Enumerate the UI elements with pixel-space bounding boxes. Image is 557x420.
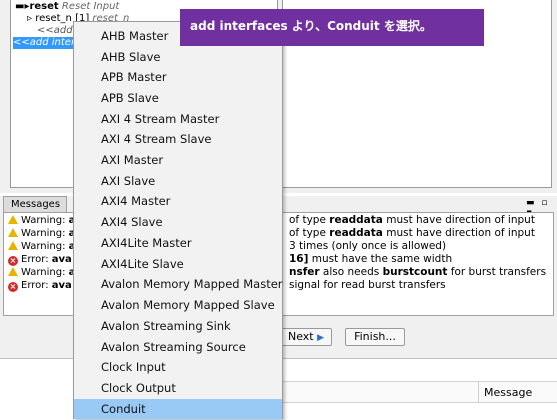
menu-item-axi-master[interactable]: AXI Master — [74, 150, 282, 170]
message-row[interactable]: × Error: ava — [8, 279, 72, 292]
message-text: of type readdata must have direction of … — [289, 227, 535, 239]
add-interface-menu: AHB Master AHB Slave APB Master APB Slav… — [73, 21, 283, 419]
menu-item-axi4lite-slave[interactable]: AXI4Lite Slave — [74, 254, 282, 274]
message-text: signal for read burst transfers — [289, 279, 446, 291]
next-button[interactable]: Next ▶ — [280, 328, 332, 346]
table-header: Message — [283, 381, 557, 403]
message-row[interactable]: Warning: a — [8, 240, 75, 253]
message-text: of type readdata must have direction of … — [289, 214, 535, 226]
tree-expand-icon[interactable]: ▬▸ — [15, 1, 29, 12]
warning-icon — [8, 241, 18, 250]
warning-icon — [8, 228, 18, 237]
triangle-right-icon: ▶ — [317, 333, 325, 343]
menu-item-axi4lite-master[interactable]: AXI4Lite Master — [74, 233, 282, 253]
menu-item-axi-slave[interactable]: AXI Slave — [74, 171, 282, 191]
error-icon: × — [8, 282, 18, 292]
message-column-header[interactable]: Message — [484, 386, 532, 399]
annotation-callout: add interfaces より、Conduit を選択。 — [180, 9, 484, 46]
menu-item-axi4-master[interactable]: AXI4 Master — [74, 191, 282, 211]
error-icon: × — [8, 256, 18, 266]
menu-item-avalon-streaming-source[interactable]: Avalon Streaming Source — [74, 337, 282, 357]
warning-icon — [8, 267, 18, 276]
menu-item-clock-output[interactable]: Clock Output — [74, 378, 282, 398]
menu-item-avalon-mm-master[interactable]: Avalon Memory Mapped Master — [74, 274, 283, 294]
menu-item-axi4-stream-slave[interactable]: AXI 4 Stream Slave — [74, 129, 282, 149]
column-divider[interactable] — [478, 382, 479, 403]
signal-icon: ▹ — [27, 13, 33, 24]
message-row[interactable]: Warning: a — [8, 227, 75, 240]
menu-item-avalon-mm-slave[interactable]: Avalon Memory Mapped Slave — [74, 295, 282, 315]
message-text: 3 times (only once is allowed) — [289, 240, 447, 252]
message-row[interactable]: × Error: ava — [8, 253, 72, 266]
message-row[interactable]: Warning: av — [8, 214, 82, 227]
warning-icon — [8, 215, 18, 224]
menu-item-axi4-stream-master[interactable]: AXI 4 Stream Master — [74, 109, 282, 129]
message-text: 16] must have the same width — [289, 253, 453, 265]
messages-tab[interactable]: Messages — [3, 196, 67, 212]
message-row[interactable]: Warning: a — [8, 266, 75, 279]
menu-item-clock-input[interactable]: Clock Input — [74, 357, 282, 377]
menu-item-conduit[interactable]: Conduit — [74, 399, 282, 419]
menu-item-apb-master[interactable]: APB Master — [74, 67, 282, 87]
panel-window-controls[interactable]: ▬ ▫ ▪ — [526, 198, 554, 218]
finish-button[interactable]: Finish... — [345, 328, 405, 346]
menu-item-ahb-slave[interactable]: AHB Slave — [74, 47, 282, 67]
message-text: nsfer also needs burstcount for burst tr… — [289, 266, 547, 278]
menu-item-avalon-streaming-sink[interactable]: Avalon Streaming Sink — [74, 316, 282, 336]
tree-row-reset[interactable]: ▬▸reset Reset Input — [15, 1, 119, 13]
menu-item-axi4-slave[interactable]: AXI4 Slave — [74, 212, 282, 232]
menu-item-apb-slave[interactable]: APB Slave — [74, 88, 282, 108]
